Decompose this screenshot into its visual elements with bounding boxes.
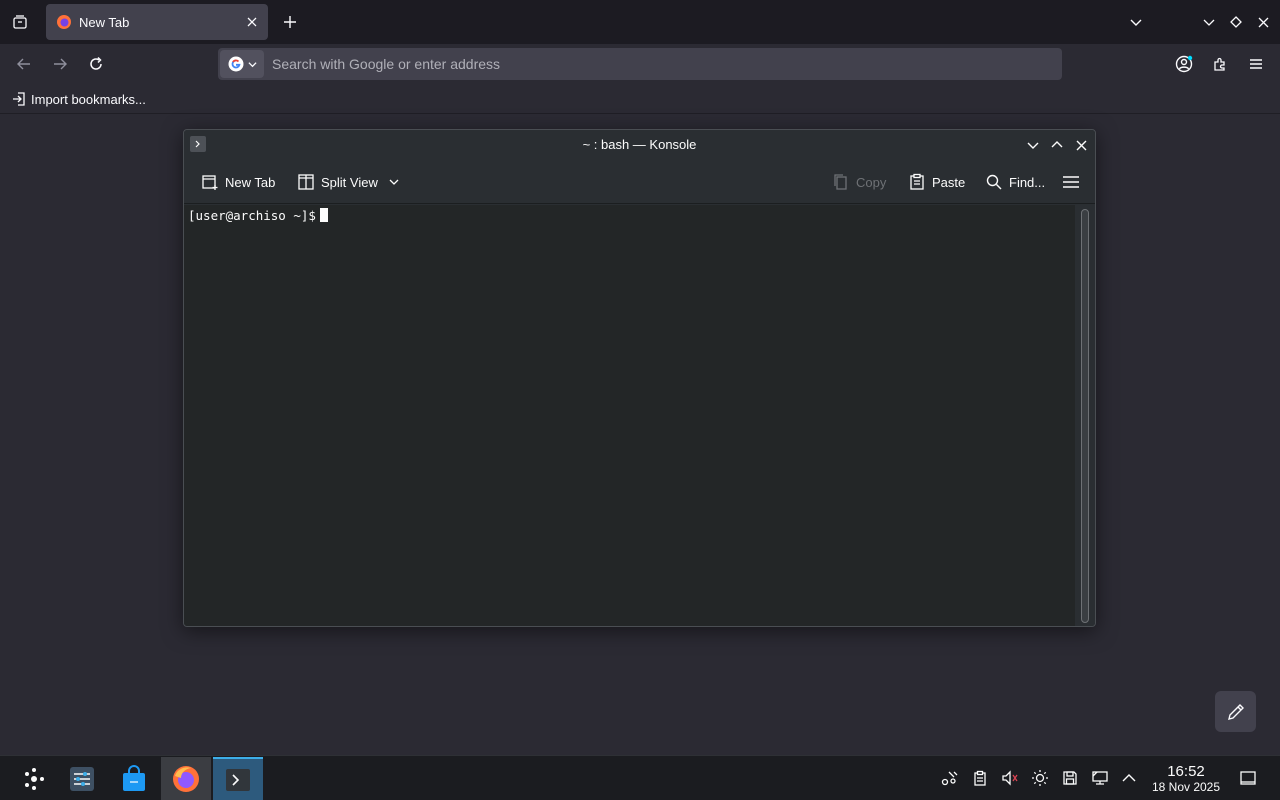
clock-time: 16:52 xyxy=(1167,763,1205,780)
search-icon xyxy=(986,174,1002,190)
konsole-window: ~ : bash — Konsole New Tab Split View Co… xyxy=(183,129,1096,627)
paste-icon xyxy=(910,173,924,190)
disk-drive-icon[interactable] xyxy=(1059,767,1081,789)
clock-date: 18 Nov 2025 xyxy=(1151,780,1221,794)
url-input[interactable] xyxy=(264,49,1062,79)
browser-nav-bar xyxy=(0,44,1280,84)
new-tab-button[interactable]: New Tab xyxy=(201,170,275,194)
wired-network-icon[interactable] xyxy=(1089,767,1111,789)
split-view-button[interactable]: Split View xyxy=(297,170,400,194)
clipboard-icon[interactable] xyxy=(969,767,991,789)
konsole-close-icon[interactable] xyxy=(1071,135,1091,155)
konsole-minimize-icon[interactable] xyxy=(1023,135,1043,155)
reload-icon[interactable] xyxy=(82,50,110,78)
volume-muted-icon[interactable] xyxy=(999,767,1021,789)
discover-store-app[interactable] xyxy=(109,757,159,800)
network-icon[interactable] xyxy=(939,767,961,789)
show-desktop-icon[interactable] xyxy=(1237,767,1259,789)
scrollbar-thumb[interactable] xyxy=(1081,209,1089,623)
digital-clock[interactable]: 16:52 18 Nov 2025 xyxy=(1144,764,1228,795)
list-all-tabs-icon[interactable] xyxy=(1122,8,1150,36)
paste-button[interactable]: Paste xyxy=(908,170,965,194)
extensions-puzzle-icon[interactable] xyxy=(1206,50,1234,78)
search-engine-selector[interactable] xyxy=(220,50,264,78)
pencil-icon xyxy=(1227,703,1244,720)
terminal-icon xyxy=(226,769,250,791)
konsole-window-title: ~ : bash — Konsole xyxy=(582,137,697,152)
new-tab-icon xyxy=(202,175,218,190)
paste-label: Paste xyxy=(932,174,966,190)
konsole-maximize-icon[interactable] xyxy=(1047,135,1067,155)
system-settings-app[interactable] xyxy=(57,757,107,800)
back-arrow-icon[interactable] xyxy=(10,50,38,78)
hamburger-menu-icon xyxy=(1063,176,1079,188)
firefox-icon xyxy=(57,15,71,29)
browser-tab-strip: New Tab xyxy=(0,0,1280,44)
new-tab-label: New Tab xyxy=(225,174,276,190)
split-view-label: Split View xyxy=(321,174,378,190)
import-icon xyxy=(13,92,25,106)
terminal-prompt: [user@archiso ~]$ xyxy=(188,208,316,223)
chevron-down-icon[interactable] xyxy=(388,176,400,188)
launcher-icon xyxy=(25,768,44,790)
window-minimize-icon[interactable] xyxy=(1195,8,1223,36)
import-bookmarks-label: Import bookmarks... xyxy=(31,91,146,107)
browser-tab-new-tab[interactable]: New Tab xyxy=(46,4,268,40)
konsole-taskbar-app[interactable] xyxy=(213,757,263,800)
window-maximize-icon[interactable] xyxy=(1222,8,1250,36)
edit-pencil-button[interactable] xyxy=(1215,691,1256,732)
brightness-icon[interactable] xyxy=(1029,767,1051,789)
copy-button[interactable]: Copy xyxy=(832,170,886,194)
split-view-icon xyxy=(298,174,314,190)
find-button[interactable]: Find... xyxy=(985,170,1045,194)
settings-sliders-icon xyxy=(70,767,94,791)
tab-overview-icon[interactable] xyxy=(6,8,34,36)
konsole-toolbar: New Tab Split View Copy Paste Find... xyxy=(184,160,1095,204)
terminal-scrollbar[interactable] xyxy=(1075,205,1095,626)
application-launcher-button[interactable] xyxy=(9,757,59,800)
terminal-cursor xyxy=(319,208,328,222)
forward-arrow-icon[interactable] xyxy=(46,50,74,78)
close-tab-icon[interactable] xyxy=(240,10,264,34)
google-icon xyxy=(228,56,243,72)
shopping-bag-icon xyxy=(123,765,145,791)
chevron-down-icon xyxy=(247,61,257,67)
address-bar[interactable] xyxy=(218,48,1062,80)
find-label: Find... xyxy=(1009,174,1046,190)
import-bookmarks-button[interactable]: Import bookmarks... xyxy=(8,88,150,110)
bookmarks-bar: Import bookmarks... xyxy=(0,84,1280,114)
window-close-icon[interactable] xyxy=(1249,8,1277,36)
account-icon[interactable] xyxy=(1170,50,1198,78)
copy-icon xyxy=(834,174,847,190)
new-tab-plus-icon[interactable] xyxy=(276,8,304,36)
firefox-icon xyxy=(173,766,199,792)
copy-label: Copy xyxy=(856,174,887,190)
hamburger-menu-button[interactable] xyxy=(1062,170,1080,194)
terminal-area[interactable]: [user@archiso ~]$ xyxy=(184,205,1077,626)
app-menu-icon[interactable] xyxy=(1242,50,1270,78)
konsole-titlebar[interactable]: ~ : bash — Konsole xyxy=(184,130,1095,160)
tab-title: New Tab xyxy=(79,14,130,30)
tray-expand-chevron-icon[interactable] xyxy=(1118,767,1140,789)
taskbar: 16:52 18 Nov 2025 xyxy=(0,755,1280,800)
firefox-taskbar-app[interactable] xyxy=(161,757,211,800)
